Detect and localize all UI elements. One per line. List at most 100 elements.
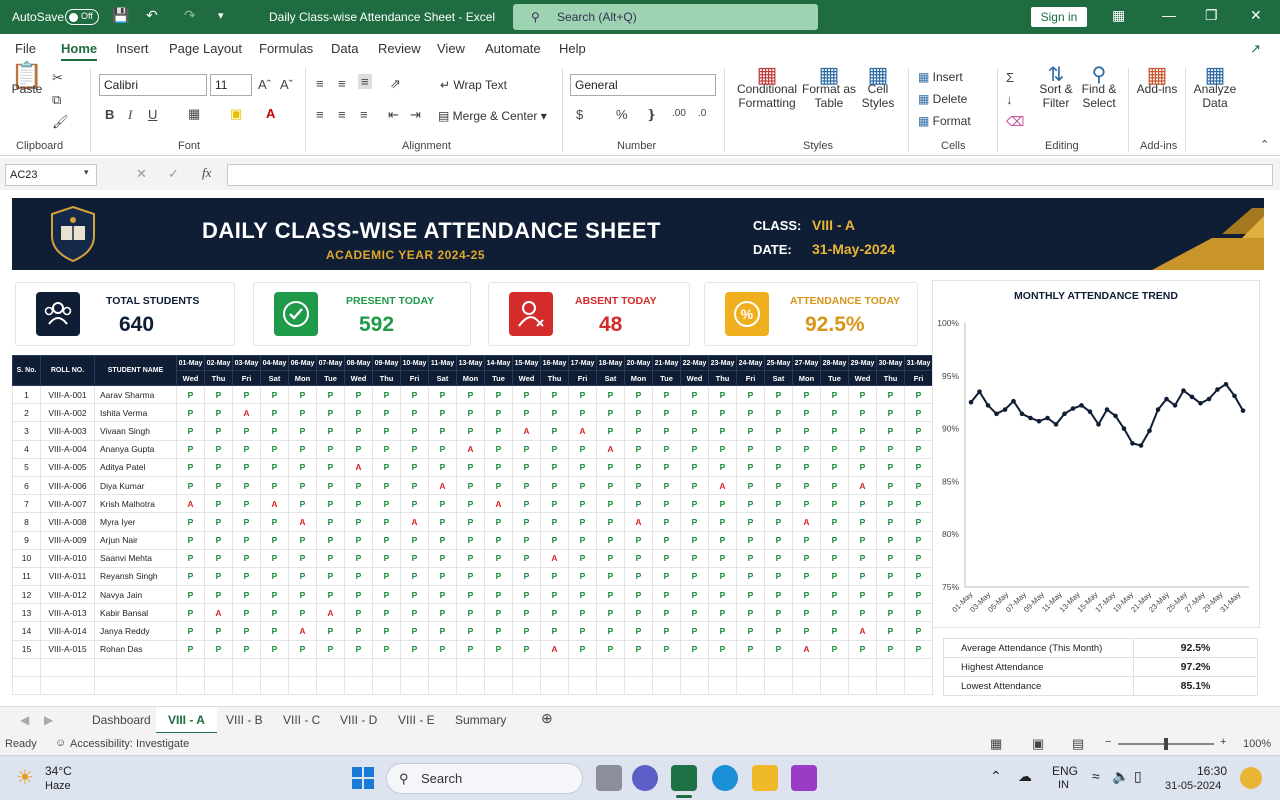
- attendance-cell[interactable]: P: [400, 384, 429, 405]
- attendance-cell[interactable]: P: [596, 512, 625, 532]
- attendance-cell[interactable]: P: [512, 530, 541, 550]
- attendance-cell[interactable]: P: [736, 603, 765, 623]
- attendance-cell[interactable]: P: [904, 475, 933, 496]
- attendance-cell[interactable]: P: [456, 457, 485, 477]
- italic-icon[interactable]: I: [128, 107, 132, 123]
- date-header[interactable]: 23-May: [708, 355, 737, 371]
- attendance-cell[interactable]: P: [344, 621, 373, 641]
- empty-cell[interactable]: [736, 675, 765, 696]
- day-header[interactable]: Sat: [260, 370, 289, 386]
- attendance-cell[interactable]: P: [484, 585, 513, 605]
- attendance-cell[interactable]: P: [624, 585, 653, 605]
- roll-cell[interactable]: VIII-A-005: [40, 457, 95, 477]
- attendance-cell[interactable]: P: [204, 403, 233, 423]
- attendance-cell[interactable]: P: [904, 457, 933, 477]
- align-left-icon[interactable]: ≡: [316, 107, 324, 122]
- attendance-cell[interactable]: P: [260, 475, 289, 496]
- format-cells-button[interactable]: ▦ Format: [918, 114, 971, 128]
- wifi-icon[interactable]: ≈: [1092, 768, 1100, 784]
- attendance-cell[interactable]: P: [540, 566, 569, 587]
- wrap-text-button[interactable]: ↵ Wrap Text: [440, 78, 507, 92]
- attendance-cell[interactable]: P: [372, 585, 401, 605]
- day-header[interactable]: Mon: [624, 370, 653, 386]
- name-cell[interactable]: Aarav Sharma: [94, 384, 177, 405]
- attendance-cell[interactable]: P: [876, 603, 905, 623]
- empty-cell[interactable]: [232, 657, 261, 678]
- sheet-tab-dashboard[interactable]: Dashboard: [92, 713, 151, 727]
- empty-cell[interactable]: [764, 675, 793, 696]
- attendance-cell[interactable]: P: [904, 421, 933, 441]
- empty-cell[interactable]: [428, 675, 457, 696]
- attendance-cell[interactable]: P: [652, 512, 681, 532]
- day-header[interactable]: Fri: [736, 370, 765, 386]
- attendance-cell[interactable]: P: [736, 475, 765, 496]
- attendance-cell[interactable]: P: [204, 548, 233, 568]
- attendance-cell[interactable]: P: [904, 403, 933, 423]
- attendance-cell[interactable]: P: [400, 566, 429, 587]
- attendance-cell[interactable]: P: [484, 512, 513, 532]
- sno-cell[interactable]: 4: [12, 439, 41, 459]
- roll-cell[interactable]: VIII-A-003: [40, 421, 95, 441]
- attendance-cell[interactable]: A: [792, 639, 821, 659]
- attendance-cell[interactable]: P: [344, 475, 373, 496]
- attendance-cell[interactable]: P: [792, 566, 821, 587]
- attendance-cell[interactable]: P: [512, 621, 541, 641]
- attendance-cell[interactable]: P: [344, 512, 373, 532]
- attendance-cell[interactable]: P: [792, 475, 821, 496]
- attendance-cell[interactable]: P: [428, 439, 457, 459]
- attendance-cell[interactable]: P: [372, 384, 401, 405]
- empty-cell[interactable]: [848, 675, 877, 696]
- attendance-cell[interactable]: P: [540, 475, 569, 496]
- attendance-cell[interactable]: P: [176, 457, 205, 477]
- attendance-cell[interactable]: P: [512, 603, 541, 623]
- attendance-cell[interactable]: P: [848, 530, 877, 550]
- empty-cell[interactable]: [876, 657, 905, 678]
- attendance-cell[interactable]: P: [512, 548, 541, 568]
- attendance-cell[interactable]: P: [876, 475, 905, 496]
- attendance-cell[interactable]: P: [764, 639, 793, 659]
- empty-cell[interactable]: [176, 657, 205, 678]
- attendance-cell[interactable]: P: [876, 403, 905, 423]
- align-center-icon[interactable]: ≡: [338, 107, 346, 122]
- autosave-toggle[interactable]: Off: [65, 9, 99, 25]
- attendance-cell[interactable]: P: [680, 475, 709, 496]
- attendance-cell[interactable]: P: [736, 621, 765, 641]
- attendance-cell[interactable]: P: [400, 530, 429, 550]
- attendance-cell[interactable]: P: [428, 639, 457, 659]
- attendance-cell[interactable]: P: [204, 512, 233, 532]
- empty-cell[interactable]: [456, 657, 485, 678]
- attendance-cell[interactable]: P: [260, 639, 289, 659]
- attendance-cell[interactable]: P: [176, 548, 205, 568]
- attendance-cell[interactable]: A: [456, 439, 485, 459]
- attendance-cell[interactable]: P: [260, 530, 289, 550]
- attendance-cell[interactable]: P: [400, 621, 429, 641]
- sno-cell[interactable]: 15: [12, 639, 41, 659]
- attendance-cell[interactable]: P: [652, 457, 681, 477]
- attendance-cell[interactable]: P: [568, 494, 597, 514]
- tab-page-layout[interactable]: Page Layout: [169, 41, 242, 56]
- attendance-cell[interactable]: P: [596, 603, 625, 623]
- attendance-cell[interactable]: P: [764, 530, 793, 550]
- attendance-cell[interactable]: P: [316, 494, 345, 514]
- attendance-cell[interactable]: P: [484, 439, 513, 459]
- attendance-cell[interactable]: A: [792, 512, 821, 532]
- empty-cell[interactable]: [288, 657, 317, 678]
- tab-automate[interactable]: Automate: [485, 41, 541, 56]
- attendance-cell[interactable]: A: [484, 494, 513, 514]
- attendance-cell[interactable]: P: [428, 494, 457, 514]
- name-cell[interactable]: Saanvi Mehta: [94, 548, 177, 568]
- date-header[interactable]: 27-May: [792, 355, 821, 371]
- orientation-icon[interactable]: ⇗: [390, 76, 401, 92]
- sno-cell[interactable]: 6: [12, 475, 41, 496]
- attendance-cell[interactable]: P: [400, 494, 429, 514]
- date-header[interactable]: 06-May: [288, 355, 317, 371]
- attendance-cell[interactable]: P: [624, 530, 653, 550]
- attendance-cell[interactable]: P: [428, 421, 457, 441]
- attendance-cell[interactable]: P: [652, 439, 681, 459]
- attendance-cell[interactable]: P: [512, 494, 541, 514]
- attendance-cell[interactable]: P: [820, 603, 849, 623]
- attendance-cell[interactable]: A: [540, 639, 569, 659]
- attendance-cell[interactable]: P: [540, 439, 569, 459]
- attendance-cell[interactable]: P: [400, 475, 429, 496]
- attendance-cell[interactable]: P: [344, 530, 373, 550]
